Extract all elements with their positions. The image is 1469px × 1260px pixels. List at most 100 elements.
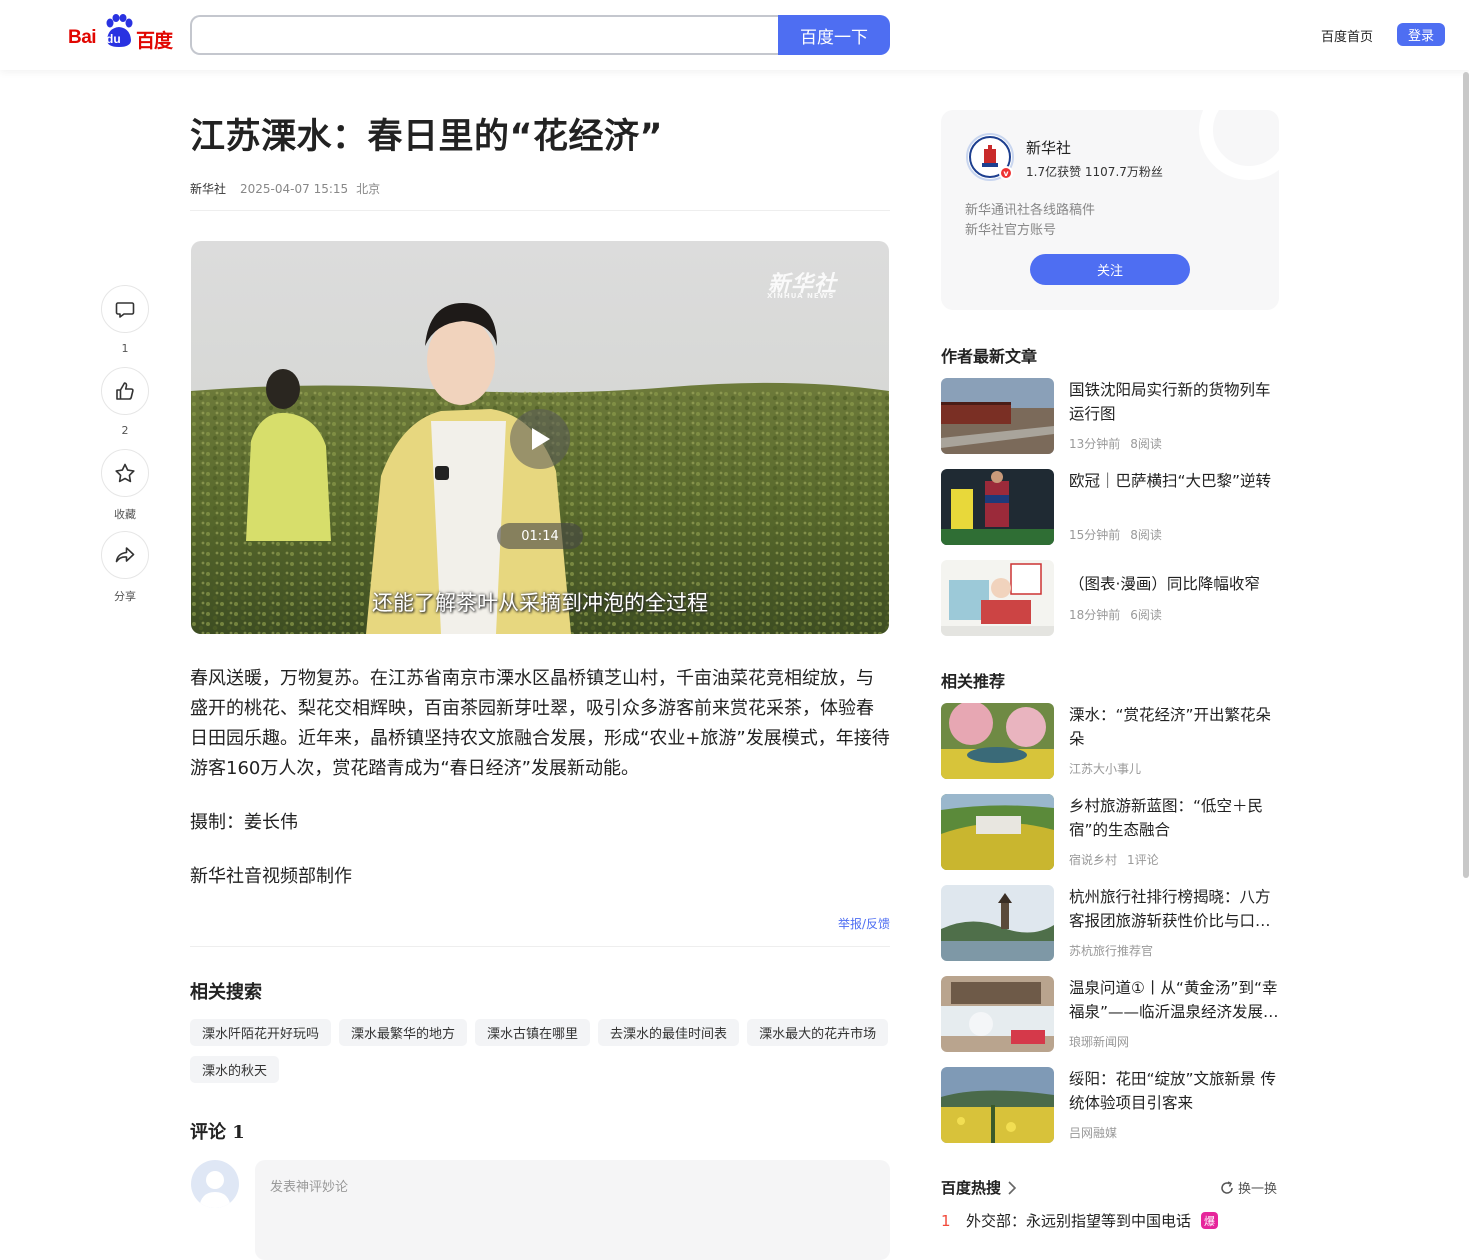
recommend-title-text: 杭州旅行社排行榜揭晓：八方客报团旅游斩获性价比与口碑双料冠军 [1069,888,1271,930]
search-tag[interactable]: 溧水古镇在哪里 [475,1019,591,1046]
recommend-source: 宿说乡村 [1069,853,1118,867]
recommend-meta: 琅琊新闻网 [1069,1033,1139,1050]
comment-placeholder: 发表神评妙论 [270,1180,349,1195]
video-subtitle: 还能了解茶叶从采摘到冲泡的全过程 [372,591,708,615]
related-search-title: 相关搜索 [190,982,262,1003]
article-meta: 15分钟前 8阅读 [1069,526,1162,543]
article-thumbnail [941,560,1054,636]
article-title: （图表·漫画）同比降幅收窄 [1069,575,1260,593]
hot-badge: 爆 [1201,1212,1219,1229]
recommend-item[interactable]: 温泉问道①丨从“黄金汤”到“幸福泉”——临沂温泉经济发展调查 琅琊新闻网 [941,976,1279,1052]
recommend-extra: 1评论 [1127,853,1159,867]
article-paragraph: 新华社音视频部制作 [190,866,352,887]
related-search-tags: 溧水阡陌花开好玩吗 溧水最繁华的地方 溧水古镇在哪里 去溧水的最佳时间表 溧水最… [190,1019,890,1083]
article-thumbnail [941,378,1054,454]
search-tag[interactable]: 溧水最繁华的地方 [339,1019,468,1046]
search-tag[interactable]: 溧水最大的花卉市场 [747,1019,889,1046]
user-avatar-icon [199,1171,231,1208]
like-icon [116,382,134,400]
article-title: 欧冠｜巴萨横扫“大巴黎”逆转 [1069,472,1272,490]
article-time: 18分钟前 [1069,608,1121,622]
collect-label: 收藏 [114,508,136,521]
verified-badge: v [999,166,1013,180]
hot-title: 外交部：永远别指望等到中国电话 [966,1212,1192,1230]
search-tag[interactable]: 溧水阡陌花开好玩吗 [190,1019,332,1046]
comments-count: 1 [232,1122,245,1143]
recommend-title: 相关推荐 [941,672,1006,691]
recommend-thumbnail [941,976,1054,1052]
refresh-icon [1221,1180,1233,1194]
refresh-button[interactable]: 换一换 [1220,1178,1277,1197]
chevron-right-icon[interactable] [1006,1180,1018,1196]
latest-articles-title: 作者最新文章 [941,347,1038,366]
recommend-meta: 苏杭旅行推荐官 [1069,942,1163,959]
article-reads: 8阅读 [1130,437,1162,451]
latest-article-item[interactable]: 国铁沈阳局实行新的货物列车运行图 13分钟前 8阅读 [941,378,1279,454]
latest-article-item[interactable]: 欧冠｜巴萨横扫“大巴黎”逆转 15分钟前 8阅读 [941,469,1279,545]
collect-button[interactable] [101,449,149,497]
avatar [191,1160,239,1208]
share-icon [115,547,135,563]
search-box [190,15,780,55]
share-label: 分享 [114,590,136,603]
report-link[interactable]: 举报/反馈 [838,915,890,932]
video-watermark-en: XINHUA NEWS [767,292,835,300]
hot-search-title[interactable]: 百度热搜 [941,1177,1001,1198]
recommend-source: 吕网融媒 [1069,1126,1118,1140]
play-button[interactable] [510,409,570,469]
author-description: 新华通讯社各线路稿件 [965,203,1096,218]
video-duration: 01:14 [497,523,583,549]
comment-input[interactable]: 发表神评妙论 [255,1160,890,1260]
baidu-logo[interactable]: Bai du 百度 [66,14,174,54]
article-source[interactable]: 新华社 [190,182,226,196]
search-tag[interactable]: 溧水的秋天 [190,1056,280,1083]
article-paragraph: 春风送暖，万物复苏。在江苏省南京市溧水区晶桥镇芝山村，千亩油菜花竞相绽放，与盛开… [190,668,890,779]
comment-action[interactable]: 1 [101,285,149,355]
card-decoration [1199,110,1279,180]
top-bar: Bai du 百度 百度一下 百度首页 登录 [0,0,1469,70]
hot-search-item[interactable]: 1 外交部：永远别指望等到中国电话 爆 [941,1210,1219,1231]
home-link[interactable]: 百度首页 [1321,26,1373,45]
play-icon [532,428,550,450]
like-count: 2 [121,424,129,437]
article-meta: 13分钟前 8阅读 [1069,435,1162,452]
recommend-item[interactable]: 溧水：“赏花经济”开出繁花朵朵 江苏大小事儿 [941,703,1279,779]
article-reads: 6阅读 [1130,608,1162,622]
recommend-source: 琅琊新闻网 [1069,1035,1130,1049]
article-title: 江苏溧水：春日里的“花经济” [190,117,664,157]
scrollbar[interactable] [1463,72,1469,878]
divider [190,946,890,947]
share-button[interactable] [101,531,149,579]
article-time: 15分钟前 [1069,528,1121,542]
search-tag[interactable]: 去溧水的最佳时间表 [598,1019,740,1046]
logo-text-du: du [106,32,121,46]
recommend-item[interactable]: 乡村旅游新蓝图：“低空＋民宿”的生态融合 宿说乡村 1评论 [941,794,1279,870]
comments-title-text: 评论 [190,1122,226,1143]
like-button[interactable] [101,367,149,415]
login-button[interactable]: 登录 [1397,23,1445,46]
search-input[interactable] [192,17,780,53]
latest-article-item[interactable]: （图表·漫画）同比降幅收窄 18分钟前 6阅读 [941,560,1279,636]
article-time: 13分钟前 [1069,437,1121,451]
recommend-title-text: 乡村旅游新蓝图：“低空＋民宿”的生态融合 [1069,797,1264,839]
article-location: 北京 [356,182,381,196]
share-action[interactable]: 分享 [101,531,149,604]
comments-title: 评论 1 [190,1118,245,1144]
collect-action[interactable]: 收藏 [101,449,149,522]
recommend-source: 江苏大小事儿 [1069,762,1142,776]
search-button[interactable]: 百度一下 [778,15,890,55]
article-meta: 18分钟前 6阅读 [1069,606,1162,623]
recommend-thumbnail [941,794,1054,870]
recommend-item[interactable]: 绥阳：花田“绽放”文旅新景 传统体验项目引客来 吕网融媒 [941,1067,1279,1143]
logo-text-cn: 百度 [136,30,173,52]
star-icon [115,463,135,483]
like-action[interactable]: 2 [101,367,149,437]
comment-button[interactable] [101,285,149,333]
follow-button[interactable]: 关注 [1030,254,1190,285]
hot-rank: 1 [941,1211,951,1230]
author-stats: 1.7亿获赞 1107.7万粉丝 [1026,165,1163,179]
recommend-item[interactable]: 杭州旅行社排行榜揭晓：八方客报团旅游斩获性价比与口碑双料冠军 苏杭旅行推荐官 [941,885,1279,961]
author-name[interactable]: 新华社 [1026,137,1071,158]
article-reads: 8阅读 [1130,528,1162,542]
comment-count: 1 [121,342,129,355]
